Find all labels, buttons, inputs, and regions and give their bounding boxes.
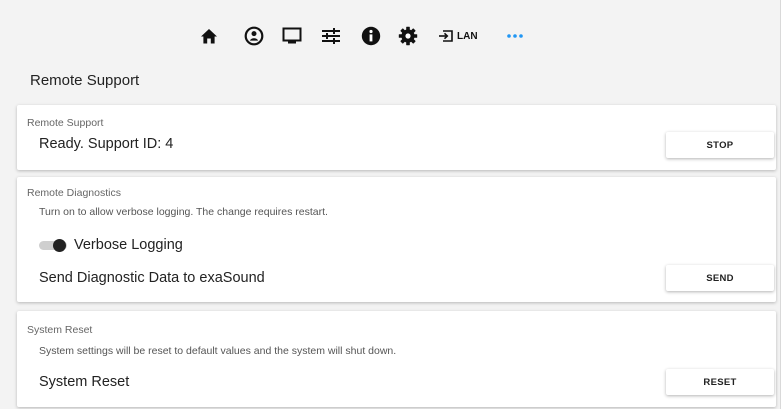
stop-button[interactable]: STOP [666,132,774,158]
nav-settings[interactable] [395,22,421,50]
nav-home[interactable] [196,22,222,50]
remote-support-card: Remote Support Ready. Support ID: 4 STOP [17,105,776,170]
info-icon [361,26,381,46]
gear-icon [398,26,418,46]
nav-display[interactable] [279,22,305,50]
remote-diagnostics-title: Remote Diagnostics [27,187,121,199]
remote-diagnostics-card: Remote Diagnostics Turn on to allow verb… [17,177,776,302]
input-icon [439,30,453,42]
system-reset-description: System settings will be reset to default… [39,345,397,357]
reset-button[interactable]: RESET [666,369,774,395]
nav-adjust[interactable] [318,22,344,50]
system-reset-card: System Reset System settings will be res… [17,311,776,407]
more-icon [506,34,523,38]
top-navigation-bar: LAN [0,0,780,64]
home-icon [201,29,217,44]
app-window: LAN Remote Support Remote Support Ready.… [0,0,781,409]
support-status: Ready. Support ID: 4 [39,136,174,152]
send-button[interactable]: SEND [666,265,774,291]
toggle-thumb [53,239,66,252]
user-circle-icon [244,26,264,46]
nav-input-lan[interactable]: LAN [438,22,478,50]
nav-profile[interactable] [241,22,267,50]
nav-info[interactable] [358,22,384,50]
sliders-icon [322,28,340,44]
remote-diagnostics-description: Turn on to allow verbose logging. The ch… [39,206,328,218]
verbose-logging-label: Verbose Logging [74,237,183,253]
system-reset-label: System Reset [39,374,130,390]
verbose-logging-toggle[interactable] [35,238,69,252]
send-diagnostic-label: Send Diagnostic Data to exaSound [39,270,265,286]
monitor-icon [282,27,302,44]
lan-label: LAN [457,30,478,42]
page-title: Remote Support [30,72,140,89]
remote-support-title: Remote Support [27,117,104,129]
nav-icons: LAN [196,22,524,50]
nav-more[interactable] [506,22,524,50]
system-reset-title: System Reset [27,324,93,336]
